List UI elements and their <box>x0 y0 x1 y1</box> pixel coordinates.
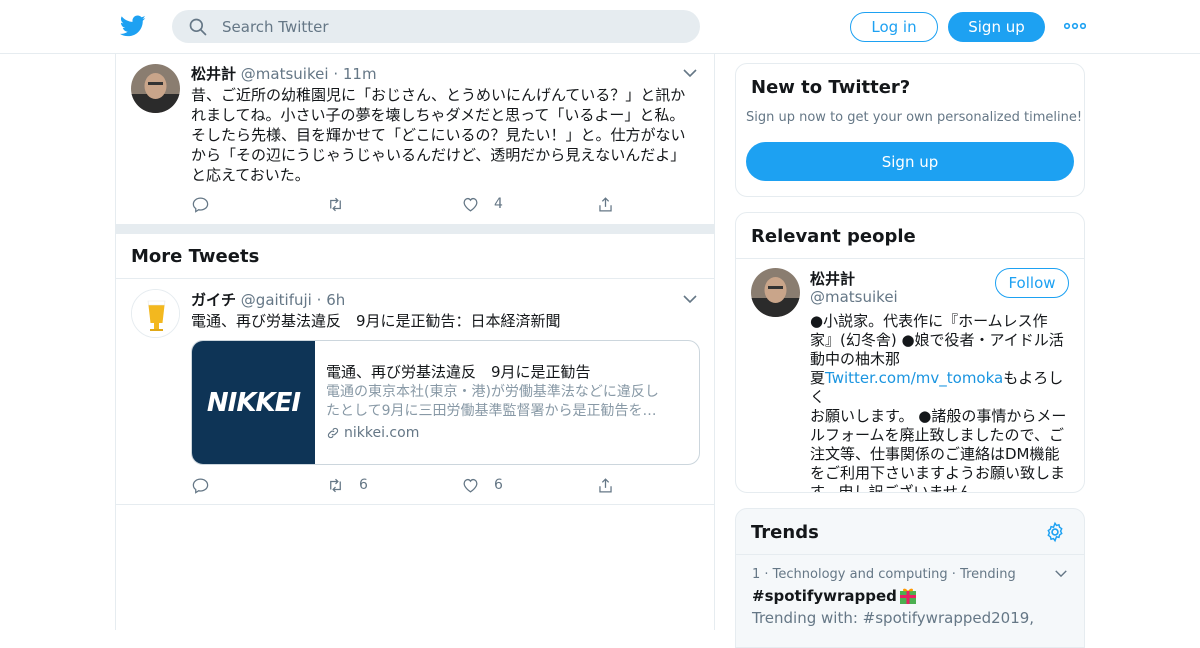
person-handle[interactable]: @matsuikei <box>810 288 898 306</box>
person-name[interactable]: 松井計 <box>810 268 855 289</box>
card-description-line: 電通の東京本社(東京・港)が労働基準法などに違反し <box>326 384 659 400</box>
timeline: 松井計 @matsuikei · 11m 昔、ご近所の幼稚園児に「おじさん、とう… <box>115 54 715 630</box>
person-bio: ●小説家。代表作に『ホームレス作 家』(幻冬舎) ●娘で役者・アイドル活 動中の… <box>810 312 1072 493</box>
author-handle[interactable]: @gaitifuji <box>241 291 312 309</box>
bio-line: す。申し訳ございません。 <box>810 483 989 493</box>
card-domain-text: nikkei.com <box>344 425 420 441</box>
like-count: 4 <box>494 196 503 212</box>
link-card[interactable]: NIKKEI 電通、再び労基法違反 9月に是正勧告 電通の東京本社(東京・港)が… <box>191 340 700 465</box>
card-domain: nikkei.com <box>326 425 419 441</box>
signup-button[interactable]: Sign up <box>948 12 1045 42</box>
tweet-time[interactable]: 11m <box>343 65 377 83</box>
like-button[interactable]: 4 <box>461 194 503 214</box>
tweet-actions: 4 <box>191 194 631 214</box>
author-name[interactable]: ガイチ <box>191 291 236 309</box>
reply-button[interactable] <box>191 194 210 214</box>
bio-text: 夏 <box>810 369 826 387</box>
share-button[interactable] <box>596 194 615 214</box>
avatar[interactable] <box>751 268 800 317</box>
chevron-down-icon[interactable] <box>1054 569 1068 578</box>
relevant-people-box: Relevant people 松井計 @matsuikei Follow ●小… <box>735 212 1085 493</box>
card-description-line: たとして9月に三田労働基準監督署から是正勧告を… <box>326 403 657 419</box>
search-box[interactable]: Search Twitter <box>172 10 700 43</box>
tweet-text-line: 昔、ご近所の幼稚園児に「おじさん、とうめいにんげんている？」と訊か <box>191 86 686 104</box>
bio-line: お願いします。 ●諸般の事情からメー <box>810 407 1067 425</box>
like-count: 6 <box>494 477 503 493</box>
trend-item[interactable]: 1 · Technology and computing · Trending … <box>736 555 1084 647</box>
bio-line: 夏Twitter.com/mv_tomokaもよろしく <box>810 369 1072 407</box>
new-to-twitter-box: New to Twitter? Sign up now to get your … <box>735 63 1085 197</box>
tweet-header: ガイチ @gaitifuji · 6h <box>191 289 345 310</box>
retweet-icon <box>330 478 341 492</box>
new-to-twitter-title: New to Twitter? <box>751 77 911 98</box>
trend-hashtag[interactable]: #spotifywrapped <box>752 587 897 605</box>
twitter-logo-icon[interactable] <box>120 13 146 39</box>
more-tweets-heading: More Tweets <box>131 246 260 267</box>
login-button[interactable]: Log in <box>850 12 938 42</box>
tweet-text-line: れましてね。小さい子の夢を壊しちゃダメだと思って「いるよー」と私。 <box>191 106 685 124</box>
relevant-people-title: Relevant people <box>751 226 916 247</box>
chevron-down-icon[interactable] <box>682 68 698 78</box>
retweet-button[interactable]: 6 <box>326 475 368 495</box>
chevron-down-icon[interactable] <box>682 294 698 304</box>
bio-line: 注文等、仕事関係のご連絡はDM機能 <box>810 445 1060 463</box>
tweet[interactable]: 松井計 @matsuikei · 11m 昔、ご近所の幼稚園児に「おじさん、とう… <box>116 54 714 224</box>
author-name[interactable]: 松井計 <box>191 65 236 83</box>
tweet-actions: 6 6 <box>191 475 631 495</box>
bio-line: をご利用下さいますようお願い致しま <box>810 464 1066 482</box>
retweet-count: 6 <box>359 477 368 493</box>
dot-separator: · <box>316 291 322 309</box>
more-icon[interactable] <box>1064 19 1086 33</box>
card-description: 電通の東京本社(東京・港)が労働基準法などに違反し たとして9月に三田労働基準監… <box>326 383 686 421</box>
heart-icon <box>463 478 478 493</box>
tweet-text-line: から「その辺にうじゃうじゃいるんだけど、透明だから見えないんだよ」 <box>191 146 686 164</box>
spotify-wrapped-emoji-icon <box>899 588 916 604</box>
link-icon <box>327 427 339 439</box>
tweet-time[interactable]: 6h <box>326 291 345 309</box>
tweet-text-line: そしたら先様、目を輝かせて「どこにいるの？見たい！」と。仕方がない <box>191 126 686 144</box>
card-title: 電通、再び労基法違反 9月に是正勧告 <box>326 363 591 381</box>
avatar[interactable] <box>131 289 180 338</box>
like-button[interactable]: 6 <box>461 475 503 495</box>
share-icon <box>599 477 612 492</box>
nikkei-logo: NIKKEI <box>206 387 301 418</box>
bio-link[interactable]: Twitter.com/mv_tomoka <box>825 369 1003 387</box>
share-icon <box>599 196 612 211</box>
share-button[interactable] <box>596 475 615 495</box>
top-navigation-bar: Search Twitter Log in Sign up <box>0 0 1200 54</box>
tweet-text-line: と応えておいた。 <box>191 166 310 184</box>
retweet-button[interactable] <box>326 194 345 214</box>
trend-meta: 1 · Technology and computing · Trending <box>752 567 1016 582</box>
search-icon <box>189 18 207 35</box>
trend-with: Trending with: #spotifywrapped2019, <box>752 609 1035 627</box>
bio-line: 動中の柚木那 <box>810 350 901 368</box>
avatar[interactable] <box>131 64 180 113</box>
sidebar-signup-button[interactable]: Sign up <box>746 142 1074 181</box>
trends-title: Trends <box>751 522 819 543</box>
tweet-header: 松井計 @matsuikei · 11m <box>191 63 377 84</box>
bio-line: 家』(幻冬舎) ●娘で役者・アイドル活 <box>810 331 1064 349</box>
section-divider <box>116 224 714 234</box>
follow-button[interactable]: Follow <box>995 268 1069 298</box>
bio-line: ●小説家。代表作に『ホームレス作 <box>810 312 1048 330</box>
dot-separator: · <box>333 65 339 83</box>
reply-icon <box>192 197 209 213</box>
tweet[interactable]: ガイチ @gaitifuji · 6h 電通、再び労基法違反 9月に是正勧告：日… <box>116 279 714 504</box>
author-handle[interactable]: @matsuikei <box>241 65 329 83</box>
bio-line: ルフォームを廃止致しましたので、ご <box>810 426 1064 444</box>
retweet-icon <box>330 197 341 211</box>
gear-icon[interactable] <box>1044 521 1066 543</box>
reply-icon <box>192 478 209 494</box>
tweet-text: 電通、再び労基法違反 9月に是正勧告：日本経済新聞 <box>191 312 561 330</box>
search-input[interactable]: Search Twitter <box>222 18 329 36</box>
trends-box: Trends 1 · Technology and computing · Tr… <box>735 508 1085 648</box>
heart-icon <box>463 197 478 212</box>
card-thumbnail: NIKKEI <box>192 341 315 464</box>
reply-button[interactable] <box>191 475 210 495</box>
divider <box>736 258 1084 259</box>
tweet-text: 昔、ご近所の幼稚園児に「おじさん、とうめいにんげんている？」と訊か れましてね。… <box>191 85 691 185</box>
trend-name-row: #spotifywrapped <box>752 587 917 605</box>
divider <box>116 504 714 505</box>
new-to-twitter-subtitle: Sign up now to get your own personalized… <box>746 110 1083 125</box>
